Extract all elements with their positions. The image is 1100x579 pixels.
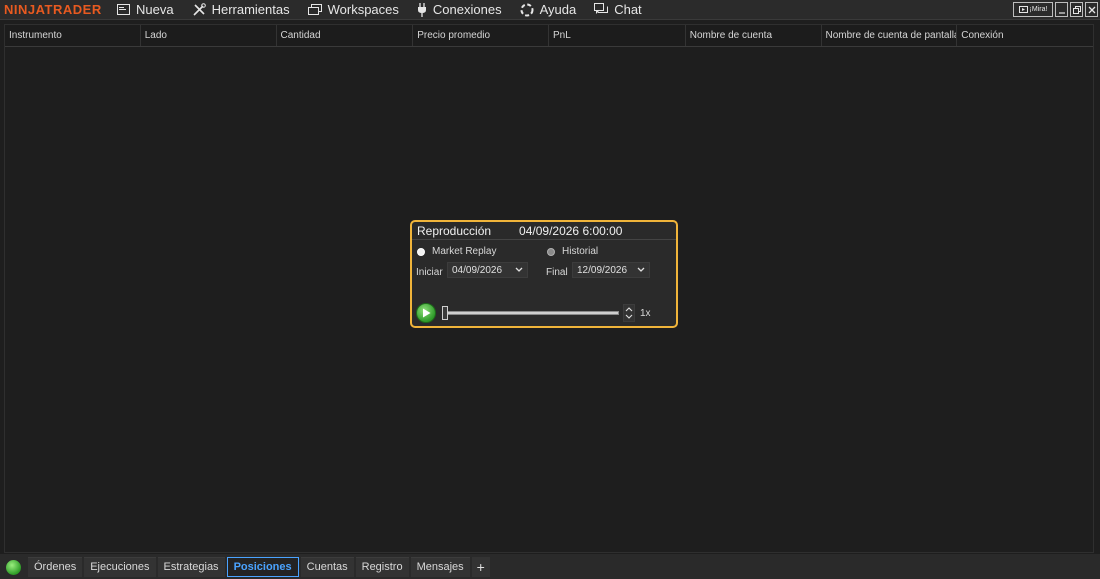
historical-option[interactable]: Historial [547,246,598,257]
add-tab-button[interactable]: + [471,556,490,577]
menu-nueva-label: Nueva [136,2,174,17]
tools-icon [193,2,206,16]
tab-strategies[interactable]: Estrategias [157,556,225,577]
column-header-quantity[interactable]: Cantidad [277,25,414,46]
tab-accounts[interactable]: Cuentas [300,556,354,577]
menu-ayuda[interactable]: Ayuda [520,2,577,17]
end-date-label: Final [546,267,568,278]
workspaces-icon [307,4,322,15]
market-replay-radio[interactable] [417,247,425,256]
end-date-value: 12/09/2026 [577,264,628,276]
menu-herramientas[interactable]: Herramientas [192,2,290,17]
tab-messages[interactable]: Mensajes [410,556,470,577]
menu-workspaces[interactable]: Workspaces [307,2,399,17]
chat-icon [594,3,609,14]
menu-chat-label: Chat [614,2,642,17]
column-header-connection[interactable]: Conexión [957,25,1093,46]
restore-icon [1072,5,1081,14]
column-header-side[interactable]: Lado [141,25,277,46]
close-icon [1088,6,1095,13]
column-header-pnl[interactable]: PnL [549,25,686,46]
video-icon [1018,6,1028,13]
playback-slider-thumb[interactable] [442,306,448,320]
chevron-down-icon [637,267,645,272]
play-button[interactable] [416,303,436,323]
bottom-tab-bar: Órdenes Ejecuciones Estrategias Posicion… [0,554,1100,579]
restore-button[interactable] [1070,2,1083,17]
play-icon [422,308,430,318]
playback-progress-slider[interactable] [444,311,619,315]
mira-label: ¡Mira! [1029,6,1048,13]
menu-ayuda-label: Ayuda [539,2,577,17]
column-header-instrument[interactable]: Instrumento [5,25,141,46]
playback-header: Reproducción 04/09/2026 6:00:00 [412,222,676,240]
minimize-icon [1058,11,1065,14]
connection-status-icon [6,560,21,575]
menu-conexiones-label: Conexiones [432,2,502,17]
grid-header: Instrumento Lado Cantidad Precio promedi… [5,25,1093,47]
market-replay-label: Market Replay [432,246,497,257]
playback-current-time: 04/09/2026 6:00:00 [519,223,623,238]
menu-bar: NINJATRADER Nueva Herramientas Workspace… [0,0,1100,20]
close-button[interactable] [1085,2,1098,17]
mira-button[interactable]: ¡Mira! [1013,2,1053,17]
new-window-icon [117,4,130,15]
menu-workspaces-label: Workspaces [327,2,399,17]
speed-spinner[interactable] [623,304,635,322]
speed-value: 1x [640,308,651,319]
tab-executions[interactable]: Ejecuciones [84,556,156,577]
menu-chat[interactable]: Chat [594,2,642,17]
column-header-account-name[interactable]: Nombre de cuenta [686,25,822,46]
market-replay-option[interactable]: Market Replay [417,246,496,257]
historical-label: Historial [562,246,599,257]
plug-icon [417,2,426,17]
tab-positions[interactable]: Posiciones [226,556,299,577]
menu-nueva[interactable]: Nueva [117,2,174,17]
historical-radio[interactable] [547,247,555,256]
column-header-avg-price[interactable]: Precio promedio [413,25,549,46]
app-logo: NINJATRADER [4,2,102,17]
end-date-picker[interactable]: 12/09/2026 [572,262,650,278]
start-date-picker[interactable]: 04/09/2026 [447,262,528,278]
spinner-arrows-icon [625,307,633,319]
menu-conexiones[interactable]: Conexiones [417,2,502,17]
start-date-value: 04/09/2026 [452,264,503,276]
start-date-label: Iniciar [416,267,443,278]
help-lifebuoy-icon [520,3,534,16]
playback-title: Reproducción [417,223,492,238]
menu-herramientas-label: Herramientas [211,2,290,17]
minimize-button[interactable] [1055,2,1068,17]
tab-log[interactable]: Registro [355,556,409,577]
column-header-display-account-name[interactable]: Nombre de cuenta de pantalla [822,25,958,46]
tab-orders[interactable]: Órdenes [28,556,83,577]
playback-panel: Reproducción 04/09/2026 6:00:00 Market R… [410,220,678,328]
chevron-down-icon [515,267,523,272]
window-controls: ¡Mira! [1013,2,1098,17]
